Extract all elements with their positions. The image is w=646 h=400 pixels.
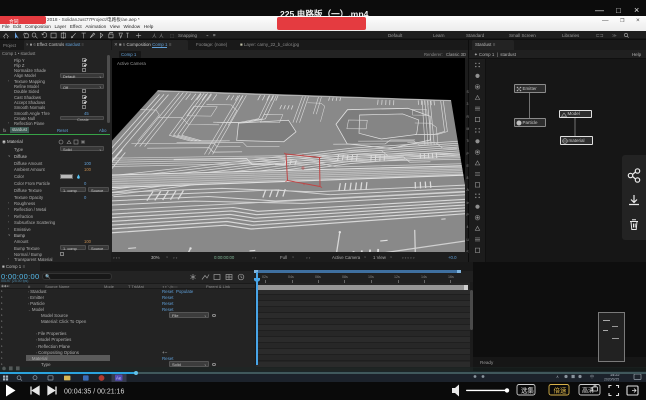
svg-text:2020/9/25: 2020/9/25 bbox=[604, 378, 619, 382]
svg-text:⊏⊐: ⊏⊐ bbox=[596, 33, 604, 38]
svg-text:⬚: ⬚ bbox=[170, 33, 175, 38]
svg-text:选集: 选集 bbox=[521, 386, 535, 395]
svg-text:Small Screen: Small Screen bbox=[509, 33, 536, 38]
svg-text:⌁: ⌁ bbox=[206, 33, 209, 38]
svg-text:⌗: ⌗ bbox=[213, 33, 216, 38]
svg-text:Default: Default bbox=[388, 33, 403, 38]
svg-text:Ae: Ae bbox=[116, 376, 122, 381]
svg-text:00:04:35 / 00:21:16: 00:04:35 / 00:21:16 bbox=[64, 389, 124, 396]
svg-text:∧: ∧ bbox=[556, 374, 559, 379]
svg-text:人: 人 bbox=[152, 33, 157, 38]
svg-text:Learn: Learn bbox=[433, 33, 445, 38]
svg-text:Libraries: Libraries bbox=[562, 33, 580, 38]
svg-text:人: 人 bbox=[159, 33, 164, 38]
svg-text:倍速: 倍速 bbox=[554, 386, 568, 395]
svg-text:Snapping: Snapping bbox=[178, 33, 198, 38]
svg-text:Standard: Standard bbox=[466, 33, 485, 38]
svg-text:≫: ≫ bbox=[612, 33, 617, 38]
